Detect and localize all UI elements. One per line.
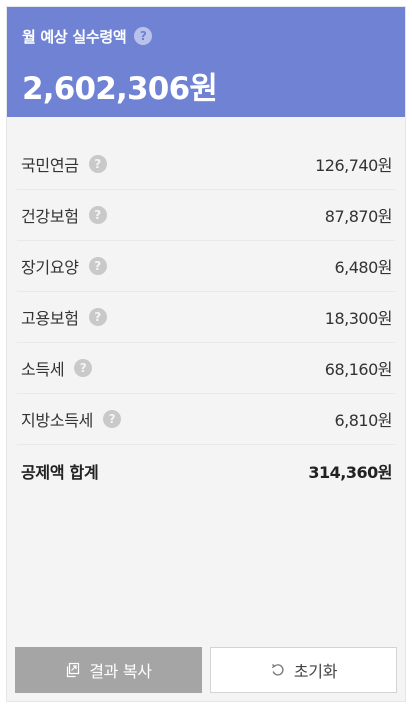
- copy-result-label: 결과 복사: [89, 662, 152, 681]
- deduction-label: 소득세: [21, 360, 65, 379]
- deduction-row-income-tax: 소득세 ? 68,160원: [17, 343, 395, 394]
- total-value: 314,360원: [308, 462, 392, 482]
- deduction-label: 고용보험: [21, 309, 79, 328]
- deduction-value: 18,300원: [324, 309, 393, 328]
- deduction-label: 장기요양: [21, 258, 79, 277]
- help-icon[interactable]: ?: [74, 359, 93, 377]
- net-pay-amount: 2,602,306원: [22, 71, 218, 107]
- help-icon[interactable]: ?: [134, 27, 153, 45]
- help-icon[interactable]: ?: [88, 257, 107, 275]
- deduction-list: 국민연금 ? 126,740원 건강보험 ? 87,870원 장기요양 ? 6,…: [7, 117, 405, 496]
- help-icon[interactable]: ?: [88, 155, 107, 173]
- action-bar: 결과 복사 초기화: [15, 647, 397, 693]
- header-title-row: 월 예상 실수령액 ?: [22, 21, 391, 51]
- deduction-row-employment-insurance: 고용보험 ? 18,300원: [17, 292, 395, 343]
- result-header: 월 예상 실수령액 ? 2,602,306원: [7, 7, 405, 117]
- deduction-value: 87,870원: [324, 207, 393, 226]
- deduction-label: 국민연금: [21, 156, 79, 175]
- deduction-row-local-income-tax: 지방소득세 ? 6,810원: [17, 394, 395, 445]
- copy-icon: [65, 662, 81, 678]
- help-icon[interactable]: ?: [103, 410, 122, 428]
- amount-row: 2,602,306원: [22, 63, 391, 108]
- total-label: 공제액 합계: [21, 462, 99, 482]
- deduction-value: 6,810원: [334, 411, 392, 430]
- header-title: 월 예상 실수령액: [22, 27, 127, 46]
- help-icon[interactable]: ?: [88, 308, 107, 326]
- reset-button[interactable]: 초기화: [210, 647, 397, 693]
- deduction-row-national-pension: 국민연금 ? 126,740원: [17, 139, 395, 190]
- deduction-label: 건강보험: [21, 207, 79, 226]
- help-icon[interactable]: ?: [88, 206, 107, 224]
- reset-icon: [270, 662, 286, 678]
- deduction-value: 68,160원: [324, 360, 393, 379]
- deduction-label: 지방소득세: [21, 411, 94, 430]
- copy-result-button[interactable]: 결과 복사: [15, 647, 202, 693]
- deduction-row-long-term-care: 장기요양 ? 6,480원: [17, 241, 395, 292]
- reset-label: 초기화: [293, 662, 338, 681]
- deduction-value: 6,480원: [334, 258, 392, 277]
- salary-result-card: 월 예상 실수령액 ? 2,602,306원 국민연금 ? 126,740원 건…: [6, 6, 406, 702]
- deduction-row-health-insurance: 건강보험 ? 87,870원: [17, 190, 395, 241]
- deduction-total-row: 공제액 합계 314,360원: [17, 445, 395, 496]
- deduction-value: 126,740원: [315, 156, 392, 175]
